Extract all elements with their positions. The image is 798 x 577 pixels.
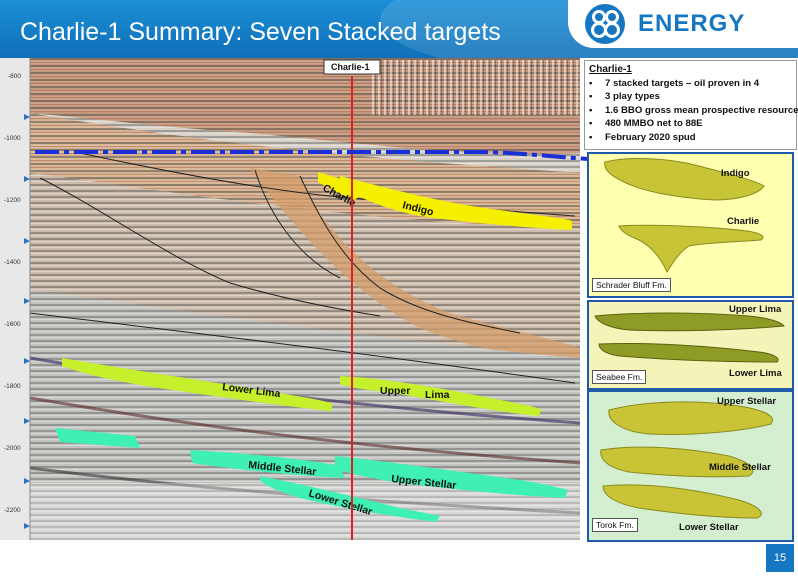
depth-tick-2000: -2000: [4, 445, 21, 452]
summary-box: Charlie-1 7 stacked targets – oil proven…: [584, 60, 798, 150]
depth-tick-2200: -2200: [4, 507, 21, 514]
depth-tick-1800: -1800: [4, 383, 21, 390]
logo-text: ENERGY: [638, 10, 746, 37]
seismic-section: -800 -1000 -1200 -1400 -1600 -1800 -2000…: [0, 58, 580, 540]
label-upper-lima-b: Lima: [425, 389, 450, 401]
panel-label-middle-stellar: Middle Stellar: [709, 462, 771, 473]
seismic-canvas: -800 -1000 -1200 -1400 -1600 -1800 -2000…: [0, 58, 580, 540]
side-panel: Charlie-1 7 stacked targets – oil proven…: [584, 60, 798, 542]
summary-bullet: 7 stacked targets – oil proven in 4: [589, 77, 798, 90]
formation-schrader: Schrader Bluff Fm.: [592, 278, 671, 292]
schrader-bodies: [604, 158, 765, 274]
company-logo: ENERGY: [568, 0, 798, 48]
summary-bullet: 480 MMBO net to 88E: [589, 117, 798, 130]
well-label: Charlie-1: [331, 62, 370, 72]
summary-bullet: 1.6 BBO gross mean prospective resource: [589, 104, 798, 117]
panel-label-lower-stellar: Lower Stellar: [679, 522, 739, 533]
summary-list: 7 stacked targets – oil proven in 4 3 pl…: [589, 77, 798, 144]
summary-bullet: 3 play types: [589, 90, 798, 103]
panel-label-indigo: Indigo: [721, 168, 750, 179]
panel-label-upper-stellar: Upper Stellar: [717, 396, 777, 407]
correlation-line: [35, 150, 607, 162]
torok-panel: Upper Stellar Middle Stellar Lower Stell…: [587, 390, 794, 542]
schrader-bluff-panel: Indigo Charlie Schrader Bluff Fm.: [587, 152, 794, 298]
depth-tick-1400: -1400: [4, 259, 21, 266]
seabee-panel: Upper Lima Lower Lima Seabee Fm.: [587, 300, 794, 390]
panel-label-charlie: Charlie: [727, 216, 760, 227]
depth-tick-800: -800: [8, 73, 21, 80]
depth-tick-1600: -1600: [4, 321, 21, 328]
panel-label-lower-lima: Lower Lima: [729, 368, 782, 379]
logo-88-icon: [585, 4, 625, 44]
formation-torok: Torok Fm.: [592, 518, 638, 532]
depth-tick-1200: -1200: [4, 197, 21, 204]
page-number: 15: [766, 544, 794, 572]
label-upper-lima-a: Upper: [380, 385, 410, 397]
panel-label-upper-lima: Upper Lima: [729, 304, 782, 315]
formation-seabee: Seabee Fm.: [592, 370, 647, 384]
slide-title: Charlie-1 Summary: Seven Stacked targets: [20, 18, 501, 46]
summary-title: Charlie-1: [589, 64, 632, 75]
summary-bullet: February 2020 spud: [589, 131, 798, 144]
